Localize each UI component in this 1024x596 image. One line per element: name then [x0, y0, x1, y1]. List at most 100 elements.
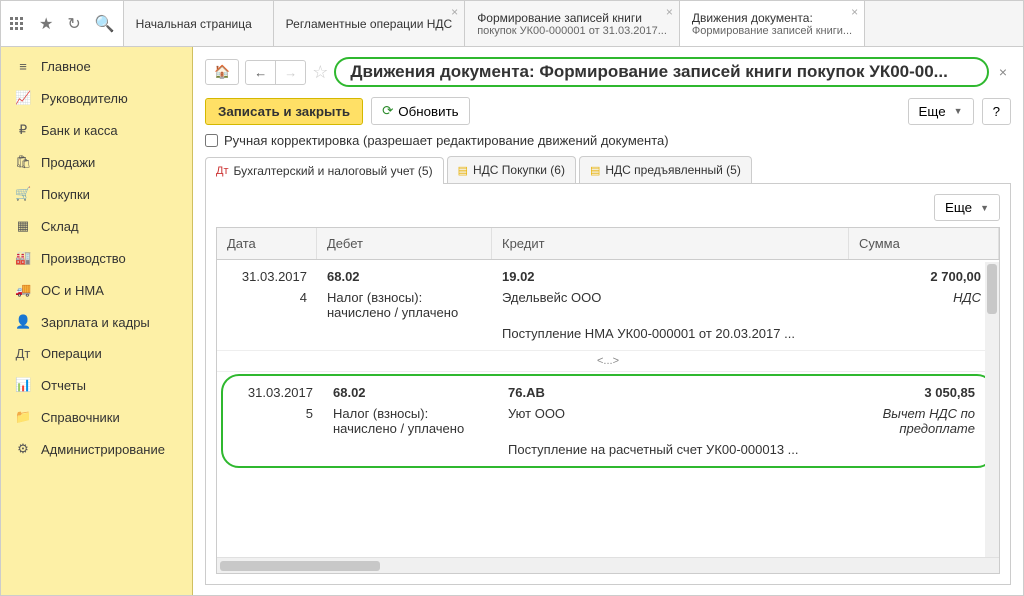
- cart-icon: 🛒: [15, 186, 31, 202]
- dtk-icon: Дт: [216, 165, 229, 177]
- sidebar-item-main[interactable]: ≡Главное: [1, 51, 192, 82]
- search-icon[interactable]: 🔍: [95, 14, 115, 34]
- sidebar-item-assets[interactable]: 🚚ОС и НМА: [1, 274, 192, 306]
- history-icon[interactable]: ↻: [67, 14, 80, 34]
- sidebar-item-production[interactable]: 🏭 Производство: [1, 242, 192, 274]
- sidebar-item-label: Руководителю: [41, 91, 128, 106]
- apps-icon[interactable]: [9, 16, 25, 32]
- close-icon[interactable]: ×: [451, 5, 458, 19]
- forward-button: →: [276, 61, 305, 84]
- col-header-date[interactable]: Дата: [217, 228, 317, 259]
- inner-tab-vat-purchases[interactable]: ▤ НДС Покупки (6): [447, 156, 576, 183]
- sidebar-item-admin[interactable]: ⚙ Администрирование: [1, 433, 192, 465]
- close-icon[interactable]: ×: [995, 64, 1011, 80]
- nav-buttons: ← →: [245, 60, 306, 85]
- inner-tab-vat-presented[interactable]: ▤ НДС предъявленный (5): [579, 156, 752, 183]
- cell-credit-account: 19.02: [492, 268, 849, 285]
- sidebar-item-label: Склад: [41, 219, 79, 234]
- tab-sublabel: покупок УК00-000001 от 31.03.2017...: [477, 25, 667, 37]
- cell-sum-note: НДС: [849, 289, 999, 321]
- tab-label: Регламентные операции НДС: [286, 17, 453, 31]
- register-icon: ▤: [458, 164, 468, 177]
- tab-label: Движения документа:: [692, 11, 852, 25]
- factory-icon: 🏭: [15, 250, 31, 266]
- close-icon[interactable]: ×: [851, 5, 858, 19]
- sidebar-item-label: Справочники: [41, 410, 120, 425]
- sidebar-item-references[interactable]: 📁 Справочники: [1, 401, 192, 433]
- sidebar-item-warehouse[interactable]: ▦Склад: [1, 210, 192, 242]
- manual-correction-checkbox[interactable]: [205, 134, 218, 147]
- inner-tab-label: НДС предъявленный (5): [605, 163, 740, 177]
- cell-sum: 2 700,00: [849, 268, 999, 285]
- table-row[interactable]: 31.03.2017 68.02 19.02 2 700,00 4 Налог …: [217, 260, 999, 351]
- sidebar-item-label: Администрирование: [41, 442, 165, 457]
- refresh-button[interactable]: ⟳Обновить: [371, 97, 470, 125]
- person-icon: 👤: [15, 314, 31, 330]
- refresh-icon: ⟳: [382, 103, 393, 119]
- sidebar-item-label: Зарплата и кадры: [41, 315, 150, 330]
- accounting-grid: Дата Дебет Кредит Сумма 31.03.2017 68.02…: [216, 227, 1000, 574]
- cell-sum: 3 050,85: [843, 384, 993, 401]
- vertical-scrollbar[interactable]: [985, 262, 999, 557]
- sidebar-item-reports[interactable]: 📊Отчеты: [1, 369, 192, 401]
- cell-credit-doc: Поступление НМА УК00-000001 от 20.03.201…: [492, 325, 849, 342]
- home-button[interactable]: 🏠: [205, 59, 239, 85]
- horizontal-scrollbar[interactable]: [217, 557, 999, 573]
- sidebar-item-manager[interactable]: 📈Руководителю: [1, 82, 192, 114]
- col-header-sum[interactable]: Сумма: [849, 228, 999, 259]
- more-button[interactable]: Еще ▼: [908, 98, 974, 125]
- favorite-star-icon[interactable]: ☆: [312, 62, 328, 83]
- grid-more-button[interactable]: Еще▼: [934, 194, 1000, 221]
- tab-label: Начальная страница: [136, 17, 261, 31]
- tab-document-movements[interactable]: Движения документа: Формирование записей…: [680, 1, 865, 46]
- sidebar-item-operations[interactable]: Дт Операции: [1, 338, 192, 369]
- sidebar-item-label: Продажи: [41, 155, 95, 170]
- sidebar-item-label: Покупки: [41, 187, 90, 202]
- cell-credit-account: 76.АВ: [498, 384, 843, 401]
- cell-sum-note: Вычет НДС по предоплате: [843, 405, 993, 437]
- grid-more-label: Еще: [945, 200, 972, 215]
- sidebar-item-purchases[interactable]: 🛒 Покупки: [1, 178, 192, 210]
- sidebar-item-bank[interactable]: ₽ Банк и касса: [1, 114, 192, 146]
- sidebar: ≡Главное 📈Руководителю ₽ Банк и касса 🛍 Пр…: [1, 47, 193, 595]
- page-title: Движения документа: Формирование записей…: [334, 57, 988, 87]
- cell-date: 31.03.2017: [217, 268, 317, 285]
- close-icon[interactable]: ×: [666, 5, 673, 19]
- back-button[interactable]: ←: [246, 61, 276, 84]
- col-header-debit[interactable]: Дебет: [317, 228, 492, 259]
- tab-purchase-book[interactable]: Формирование записей книги покупок УК00-…: [465, 1, 680, 46]
- ruble-icon: ₽: [15, 122, 31, 138]
- cell-rownum: 4: [217, 289, 317, 321]
- col-header-credit[interactable]: Кредит: [492, 228, 849, 259]
- sidebar-item-label: Банк и касса: [41, 123, 118, 138]
- cell-date: 31.03.2017: [223, 384, 323, 401]
- tab-label: Формирование записей книги: [477, 11, 667, 25]
- tab-vat-operations[interactable]: Регламентные операции НДС ×: [274, 1, 466, 46]
- sidebar-item-salary[interactable]: 👤 Зарплата и кадры: [1, 306, 192, 338]
- tab-sublabel: Формирование записей книги...: [692, 25, 852, 37]
- row-ellipsis: <...>: [217, 351, 999, 372]
- chevron-down-icon: ▼: [954, 106, 963, 116]
- more-label: Еще: [919, 104, 946, 119]
- table-row[interactable]: 31.03.2017 68.02 76.АВ 3 050,85 5 Налог …: [221, 374, 995, 468]
- help-button[interactable]: ?: [982, 98, 1011, 125]
- tab-home[interactable]: Начальная страница: [124, 1, 274, 46]
- register-icon: ▤: [590, 164, 600, 177]
- cell-credit-party: Уют ООО: [498, 405, 843, 437]
- dtk-icon: Дт: [15, 346, 31, 361]
- cell-rownum: 5: [223, 405, 323, 437]
- gear-icon: ⚙: [15, 441, 31, 457]
- sidebar-item-label: Операции: [41, 346, 102, 361]
- inner-tab-label: НДС Покупки (6): [473, 163, 565, 177]
- cell-debit-detail: Налог (взносы): начислено / уплачено: [317, 289, 492, 321]
- menu-icon: ≡: [15, 59, 31, 74]
- star-icon[interactable]: ★: [39, 14, 53, 34]
- sidebar-item-label: Производство: [41, 251, 126, 266]
- inner-tab-accounting[interactable]: Дт Бухгалтерский и налоговый учет (5): [205, 157, 444, 184]
- inner-tab-label: Бухгалтерский и налоговый учет (5): [234, 164, 433, 178]
- bag-icon: 🛍: [15, 154, 31, 170]
- folder-icon: 📁: [15, 409, 31, 425]
- cell-debit-detail: Налог (взносы): начислено / уплачено: [323, 405, 498, 437]
- sidebar-item-sales[interactable]: 🛍 Продажи: [1, 146, 192, 178]
- save-close-button[interactable]: Записать и закрыть: [205, 98, 363, 125]
